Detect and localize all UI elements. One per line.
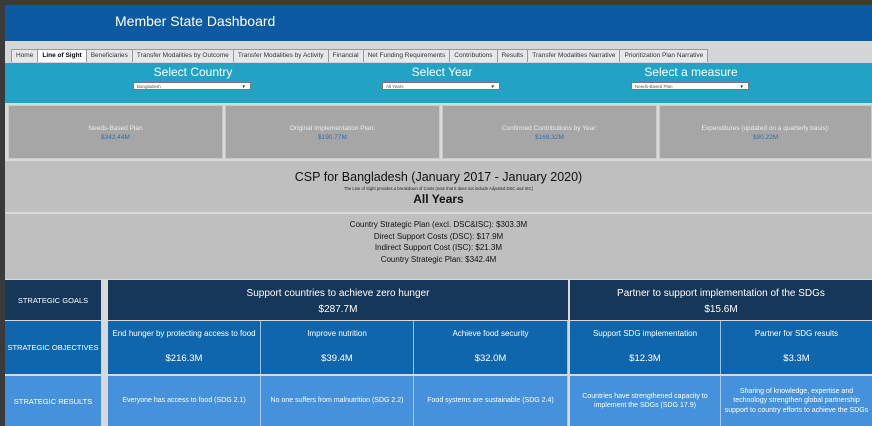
year-dropdown-value: All Years (386, 84, 404, 89)
objective-title: End hunger by protecting access to food (112, 329, 256, 338)
tab-financial[interactable]: Financial (327, 49, 364, 62)
objective-title: Partner for SDG results (754, 329, 839, 338)
tab-line-of-sight[interactable]: Line of Sight (37, 49, 87, 62)
kpi-label: Original Implementation Plan: (289, 125, 376, 132)
tab-results[interactable]: Results (496, 49, 529, 62)
goal-card[interactable]: Partner to support implementation of the… (570, 280, 872, 320)
measure-dropdown[interactable]: Needs-Based Plan ▼ (631, 82, 749, 90)
kpi-value: $169.32M (535, 134, 564, 141)
result-card[interactable]: Countries have strengthened capacity to … (570, 376, 721, 426)
cost-line-csp-total: Country Strategic Plan: $342.4M (380, 254, 497, 264)
result-card[interactable]: No one suffers from malnutrition (SDG 2.… (261, 376, 414, 426)
objective-amount: $3.3M (783, 353, 810, 364)
objective-title: Improve nutrition (307, 329, 367, 338)
csp-title: CSP for Bangladesh (January 2017 - Janua… (294, 170, 583, 184)
kpi-original-implementation-plan: Original Implementation Plan: $190.77M (225, 105, 440, 159)
tab-contributions[interactable]: Contributions (449, 49, 498, 62)
result-card[interactable]: Food systems are sustainable (SDG 2.4) (414, 376, 568, 426)
dashboard-frame: Member State Dashboard Home Line of Sigh… (5, 5, 872, 426)
kpi-row: Needs-Based Plan $342.44M Original Imple… (5, 105, 872, 159)
csp-note: The Line of Sight provides a breakdown o… (343, 186, 533, 191)
goal-amount: $287.7M (318, 304, 358, 315)
kpi-expenditures: Expenditures (updated on a quarterly bas… (659, 105, 872, 159)
tab-transfer-modalities-by-activity[interactable]: Transfer Modalities by Activity (232, 49, 329, 62)
tab-beneficiaries[interactable]: Beneficiaries (85, 49, 133, 62)
kpi-label: Needs-Based Plan (88, 125, 143, 132)
kpi-label: Confirmed Contributions by Year: (501, 125, 598, 132)
result-card[interactable]: Sharing of knowledge, expertise and tech… (721, 376, 872, 426)
cost-line-dsc: Direct Support Costs (DSC): $17.9M (373, 231, 504, 241)
country-selector: Select Country Bangladesh ▼ (133, 65, 253, 90)
result-card[interactable]: Everyone has access to food (SDG 2.1) (108, 376, 261, 426)
measure-dropdown-value: Needs-Based Plan (635, 84, 673, 89)
objective-amount: $39.4M (321, 353, 353, 364)
cost-line-isc: Indirect Support Cost (ISC): $21.3M (374, 243, 503, 252)
chevron-down-icon: ▼ (241, 84, 246, 89)
objective-card[interactable]: Partner for SDG results $3.3M (721, 321, 872, 374)
csp-header-panel: CSP for Bangladesh (January 2017 - Janua… (5, 161, 872, 212)
tab-net-funding-requirements[interactable]: Net Funding Requirements (362, 49, 451, 62)
year-selector: Select Year All Years ▼ (382, 65, 502, 90)
tab-transfer-modalities-narrative[interactable]: Transfer Modalities Narrative (527, 49, 621, 62)
objective-card[interactable]: Support SDG implementation $12.3M (570, 321, 721, 374)
row-label-objectives: STRATEGIC OBJECTIVES (5, 321, 101, 374)
csp-year-label: All Years (413, 192, 464, 206)
goal-title: Partner to support implementation of the… (617, 288, 825, 299)
chevron-down-icon: ▼ (739, 84, 744, 89)
kpi-needs-based-plan: Needs-Based Plan $342.44M (8, 105, 223, 159)
chevron-down-icon: ▼ (490, 84, 495, 89)
objective-card[interactable]: End hunger by protecting access to food … (108, 321, 261, 374)
row-label-results: STRATEGIC RESULTS (5, 376, 101, 426)
year-dropdown[interactable]: All Years ▼ (382, 82, 500, 90)
objective-amount: $12.3M (629, 353, 661, 364)
objective-card[interactable]: Achieve food security $32.0M (414, 321, 568, 374)
cost-breakdown-panel: Country Strategic Plan (excl. DSC&ISC): … (5, 214, 872, 279)
header-bar: Member State Dashboard (5, 5, 872, 41)
country-selector-label: Select Country (153, 65, 233, 79)
tab-transfer-modalities-by-outcome[interactable]: Transfer Modalities by Outcome (131, 49, 234, 62)
country-dropdown-value: Bangladesh (137, 84, 161, 89)
cost-line-csp-excl: Country Strategic Plan (excl. DSC&ISC): … (349, 220, 528, 229)
country-dropdown[interactable]: Bangladesh ▼ (133, 82, 251, 90)
app-title: Member State Dashboard (115, 13, 276, 29)
tab-list: Home Line of Sight Beneficiaries Transfe… (11, 49, 709, 62)
tab-home[interactable]: Home (11, 49, 39, 62)
measure-selector: Select a measure Needs-Based Plan ▼ (631, 65, 751, 90)
kpi-value: $342.44M (101, 134, 130, 141)
goal-amount: $15.6M (704, 304, 738, 315)
objective-card[interactable]: Improve nutrition $39.4M (261, 321, 414, 374)
year-selector-label: Select Year (411, 65, 473, 79)
row-label-goals: STRATEGIC GOALS (5, 280, 101, 320)
selector-band: Select Country Bangladesh ▼ Select Year … (5, 63, 872, 103)
kpi-confirmed-contributions: Confirmed Contributions by Year: $169.32… (442, 105, 657, 159)
kpi-value: $190.77M (318, 134, 347, 141)
objective-amount: $216.3M (165, 353, 203, 364)
objective-title: Achieve food security (452, 329, 529, 338)
kpi-value: $90.22M (752, 134, 779, 141)
goal-card[interactable]: Support countries to achieve zero hunger… (108, 280, 568, 320)
kpi-label: Expenditures (updated on a quarterly bas… (701, 125, 830, 132)
measure-selector-label: Select a measure (644, 65, 738, 79)
tab-prioritization-plan-narrative[interactable]: Prioritization Plan Narrative (619, 49, 709, 62)
objective-amount: $32.0M (474, 353, 507, 364)
objective-title: Support SDG implementation (592, 329, 698, 338)
goal-title: Support countries to achieve zero hunger (246, 288, 430, 299)
